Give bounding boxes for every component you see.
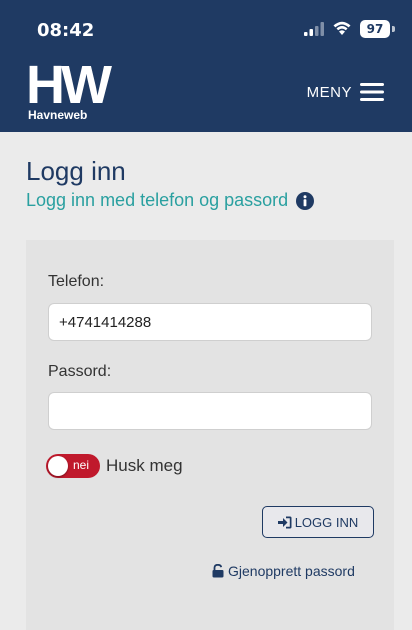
page-subtitle: Logg inn med telefon og passord bbox=[26, 190, 315, 211]
login-button-label: LOGG INN bbox=[294, 514, 359, 530]
hamburger-icon bbox=[360, 83, 384, 101]
status-time: 08:42 bbox=[37, 20, 95, 41]
login-form: Telefon: Passord: nei Husk meg LOGG INN … bbox=[26, 240, 394, 630]
recover-password-label: Gjenopprett passord bbox=[228, 563, 355, 579]
remember-me-row: nei Husk meg bbox=[46, 453, 183, 479]
battery-level: 97 bbox=[360, 20, 390, 38]
unlock-icon bbox=[212, 564, 224, 578]
status-bar: 08:42 97 bbox=[0, 0, 412, 60]
toggle-knob bbox=[48, 456, 68, 476]
phone-label: Telefon: bbox=[48, 273, 105, 290]
logo-mark: HW bbox=[26, 55, 112, 115]
remember-me-label[interactable]: Husk meg bbox=[106, 456, 183, 476]
remember-me-toggle[interactable]: nei bbox=[46, 454, 100, 478]
havneweb-logo[interactable]: HW Havneweb bbox=[26, 55, 116, 126]
info-icon[interactable] bbox=[296, 191, 315, 210]
signal-icon bbox=[304, 22, 324, 36]
sign-in-icon bbox=[277, 516, 292, 528]
battery-icon: 97 bbox=[360, 20, 396, 38]
wifi-icon bbox=[333, 21, 351, 35]
subtitle-text: Logg inn med telefon og passord bbox=[26, 190, 289, 210]
app-header: 08:42 97 HW Havneweb MENY bbox=[0, 0, 412, 132]
phone-input[interactable] bbox=[48, 303, 372, 341]
logo-subtitle: Havneweb bbox=[28, 108, 88, 122]
toggle-state-text: nei bbox=[73, 458, 90, 472]
password-label: Passord: bbox=[48, 363, 112, 380]
password-input[interactable] bbox=[48, 392, 372, 430]
recover-password-link[interactable]: Gjenopprett passord bbox=[212, 563, 355, 579]
page-title: Logg inn bbox=[26, 156, 126, 186]
status-icons: 97 bbox=[296, 18, 396, 42]
login-button[interactable]: LOGG INN bbox=[262, 506, 374, 538]
menu-button[interactable]: MENY bbox=[307, 80, 384, 104]
menu-label: MENY bbox=[306, 83, 352, 101]
